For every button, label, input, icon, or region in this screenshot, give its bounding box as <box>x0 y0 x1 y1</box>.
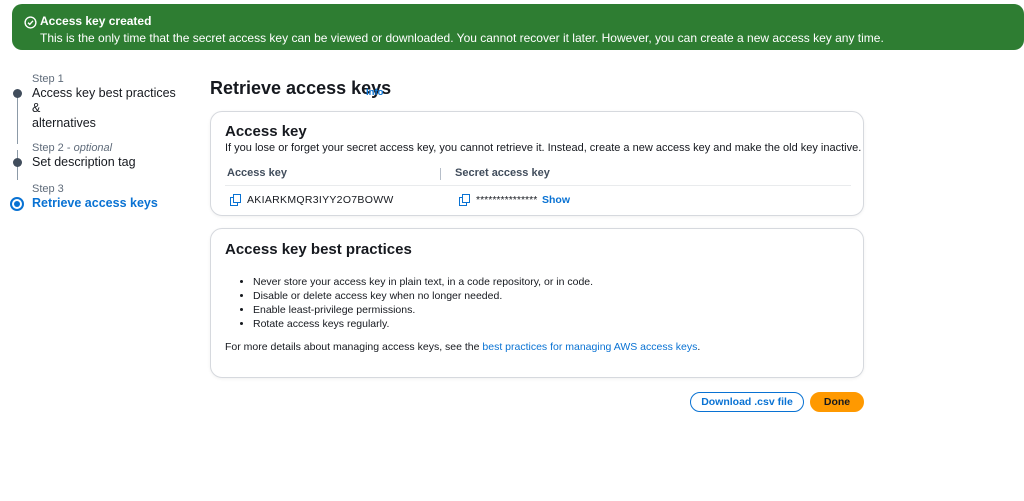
best-practices-link[interactable]: best practices for managing AWS access k… <box>482 341 697 353</box>
column-header-secret-key: Secret access key <box>455 167 550 179</box>
check-circle-icon <box>24 16 37 29</box>
step-1-label: Access key best practices & <box>32 86 176 115</box>
more-details-text: For more details about managing access k… <box>225 341 701 353</box>
step-1[interactable]: Step 1 Access key best practices & alter… <box>12 72 182 131</box>
page-title: Retrieve access keys <box>210 78 392 98</box>
access-key-panel-title: Access key <box>225 123 307 140</box>
column-header-access-key: Access key <box>227 167 287 179</box>
step-3-number: Step 3 <box>32 183 64 195</box>
access-key-description: If you lose or forget your secret access… <box>225 142 862 154</box>
secret-key-masked: *************** <box>476 194 538 206</box>
show-secret-link[interactable]: Show <box>542 194 570 206</box>
success-flash-banner: Access key created This is the only time… <box>12 4 1024 50</box>
best-practices-panel: Access key best practices Never store yo… <box>210 228 864 378</box>
step-2-number: Step 2 - optional <box>32 142 113 154</box>
step-3-current-indicator <box>10 197 24 211</box>
step-2-label: Set description tag <box>32 155 136 169</box>
step-1-label-line2: alternatives <box>32 116 96 130</box>
list-item: Never store your access key in plain tex… <box>253 275 593 289</box>
header-divider <box>225 185 851 186</box>
copy-secret-key-icon[interactable] <box>459 194 470 206</box>
wizard-steps: Step 1 Access key best practices & alter… <box>10 72 182 221</box>
best-practices-title: Access key best practices <box>225 241 412 258</box>
flash-message: This is the only time that the secret ac… <box>40 31 884 45</box>
step-3[interactable]: Step 3 Retrieve access keys <box>10 182 182 211</box>
list-item: Rotate access keys regularly. <box>253 317 593 331</box>
info-link[interactable]: Info <box>366 87 383 98</box>
column-divider <box>440 168 441 180</box>
access-key-value: AKIARKMQR3IYY2O7BOWW <box>247 194 394 206</box>
flash-title: Access key created <box>40 14 152 28</box>
list-item: Enable least-privilege permissions. <box>253 303 593 317</box>
step-3-label: Retrieve access keys <box>32 196 158 210</box>
copy-access-key-icon[interactable] <box>230 194 241 206</box>
step-1-dot <box>13 89 22 98</box>
best-practices-list: Never store your access key in plain tex… <box>237 275 593 331</box>
list-item: Disable or delete access key when no lon… <box>253 289 593 303</box>
done-button[interactable]: Done <box>810 392 864 412</box>
step-2[interactable]: Step 2 - optional Set description tag <box>12 141 182 170</box>
step-2-dot <box>13 158 22 167</box>
download-csv-button[interactable]: Download .csv file <box>690 392 804 412</box>
step-1-number: Step 1 <box>32 73 64 85</box>
access-key-panel: Access key If you lose or forget your se… <box>210 111 864 216</box>
step-2-optional: optional <box>73 142 113 154</box>
